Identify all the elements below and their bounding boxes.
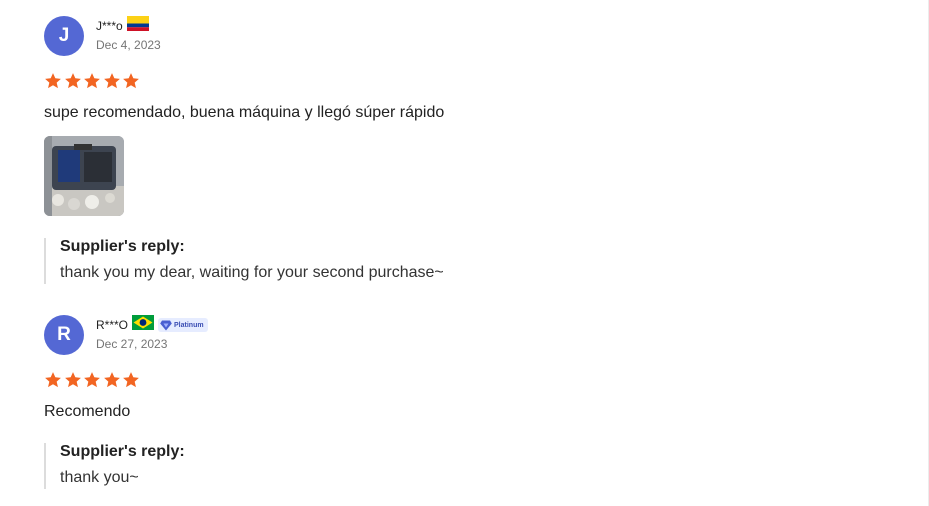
review-header: J J***o Dec 4, 2023 xyxy=(44,16,904,56)
reviewer-name: R***O xyxy=(96,318,129,332)
review-text: supe recomendado, buena máquina y llegó … xyxy=(44,104,445,121)
star-rating xyxy=(44,371,904,389)
star-icon xyxy=(84,73,100,89)
star-icon xyxy=(103,372,120,388)
badge-label: Platinum xyxy=(174,321,204,329)
review-item: J J***o Dec 4, 2023 supe recomendado, bu… xyxy=(44,16,904,284)
star-icon xyxy=(103,73,120,89)
supplier-reply: Supplier's reply: thank you my dear, wai… xyxy=(44,238,904,284)
star-icon xyxy=(64,73,81,89)
reply-text: thank you~ xyxy=(60,469,139,486)
reply-text: thank you my dear, waiting for your seco… xyxy=(60,264,444,281)
review-photo[interactable] xyxy=(44,136,124,216)
star-icon xyxy=(45,73,61,89)
star-rating xyxy=(44,72,904,90)
review-item: R R***O Platinum Dec 27, 2023 Recomendo … xyxy=(44,315,904,489)
reply-title: Supplier's reply: xyxy=(60,238,185,255)
name-row: R***O Platinum xyxy=(96,315,208,335)
review-date: Dec 4, 2023 xyxy=(96,38,161,52)
diamond-icon xyxy=(160,320,172,330)
star-icon xyxy=(45,372,61,388)
avatar: J xyxy=(44,16,84,56)
star-icon xyxy=(84,372,100,388)
avatar: R xyxy=(44,315,84,355)
review-text: Recomendo xyxy=(44,403,131,420)
review-date: Dec 27, 2023 xyxy=(96,337,168,351)
platinum-badge: Platinum xyxy=(158,318,208,332)
brazil-flag-icon xyxy=(132,315,155,335)
star-icon xyxy=(123,372,139,388)
reply-title: Supplier's reply: xyxy=(60,443,185,460)
reviewer-meta: J***o Dec 4, 2023 xyxy=(96,16,161,52)
colombia-flag-icon xyxy=(126,16,149,36)
reviewer-meta: R***O Platinum Dec 27, 2023 xyxy=(96,315,208,351)
name-row: J***o xyxy=(96,16,161,36)
review-header: R R***O Platinum Dec 27, 2023 xyxy=(44,315,904,355)
star-icon xyxy=(123,73,139,89)
supplier-reply: Supplier's reply: thank you~ xyxy=(44,443,904,489)
reviewer-name: J***o xyxy=(96,19,123,33)
star-icon xyxy=(64,372,81,388)
